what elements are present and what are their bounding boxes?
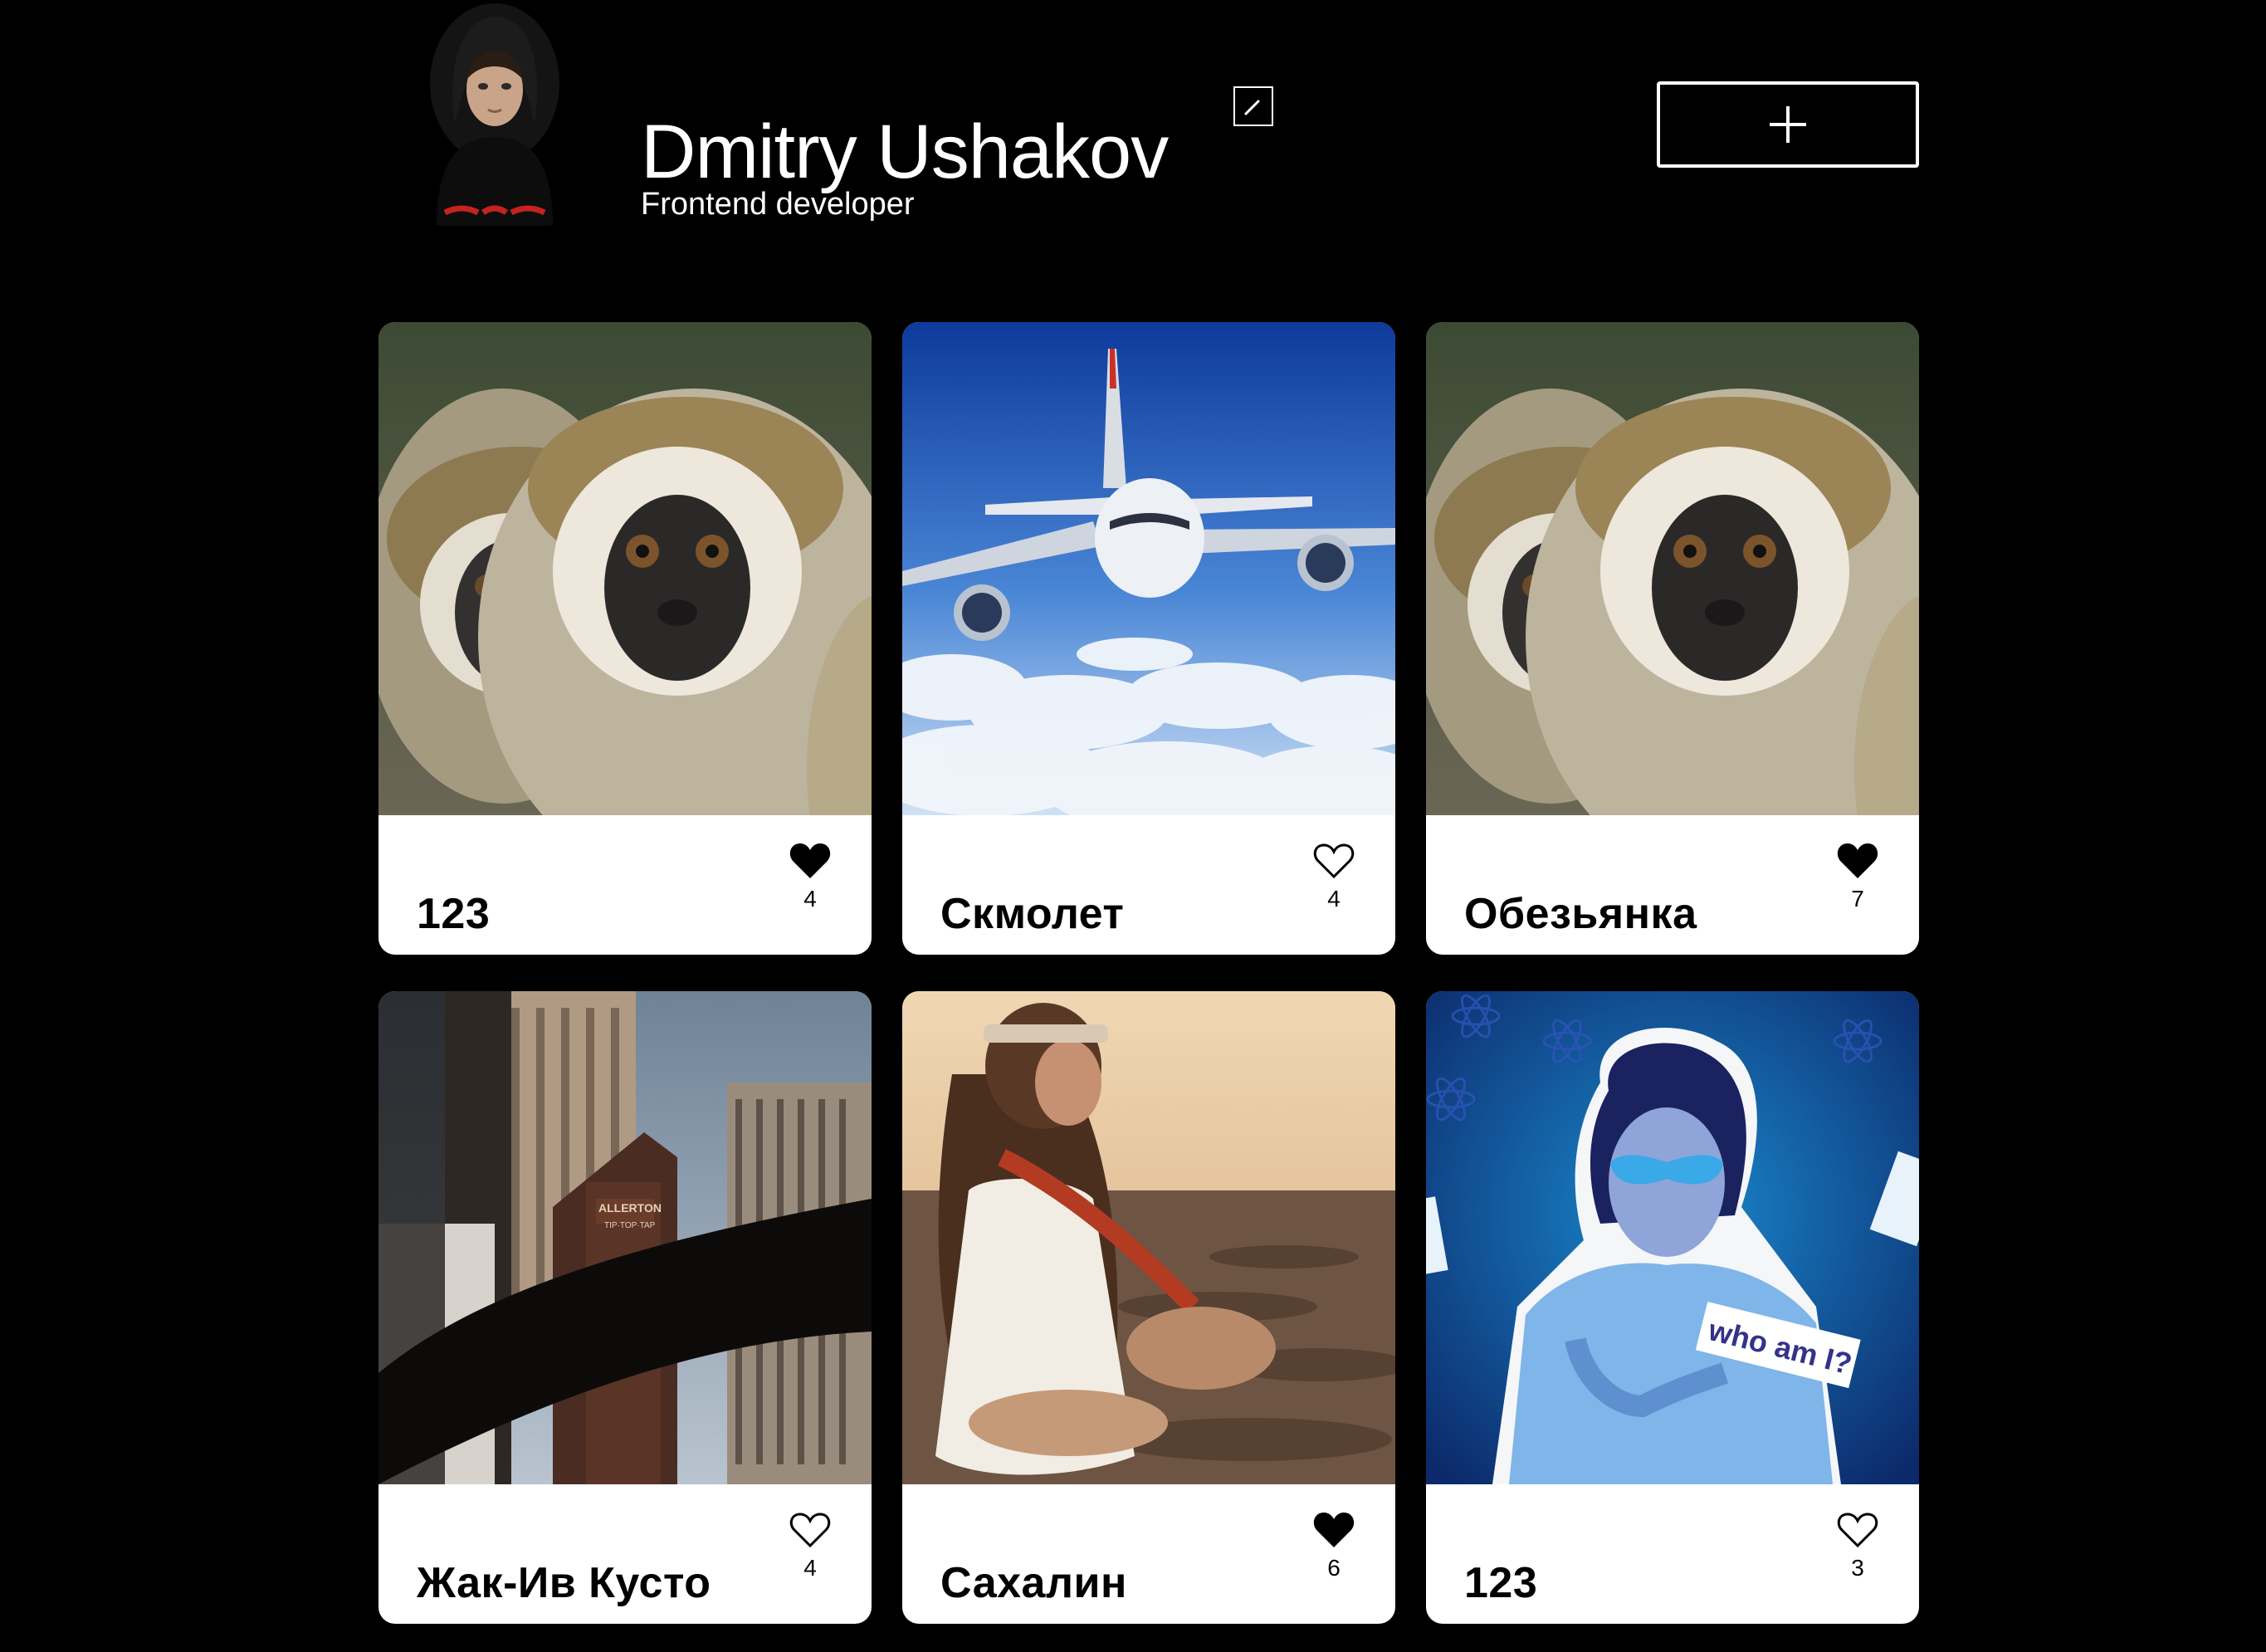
like-count: 7 <box>1851 886 1864 912</box>
heart-filled-icon <box>1313 1513 1355 1547</box>
card: 123 4 <box>378 322 872 955</box>
like-count: 6 <box>1327 1555 1341 1581</box>
like-button[interactable] <box>789 842 832 880</box>
plus-icon <box>1770 106 1806 143</box>
like-button[interactable] <box>1836 842 1879 880</box>
add-card-button[interactable] <box>1657 81 1919 168</box>
like-block: 6 <box>1309 1511 1359 1582</box>
page: Dmitry Ushakov Frontend developer 123 4 … <box>0 0 2266 1652</box>
cards-grid: 123 4 Скмолет 4 Обезьянка 7 ALLERTON TIP… <box>378 322 1919 1624</box>
card-image[interactable] <box>902 991 1395 1484</box>
edit-profile-button[interactable] <box>1233 86 1273 126</box>
like-count: 4 <box>803 1555 817 1581</box>
like-block: 4 <box>1309 842 1359 913</box>
like-count: 4 <box>803 886 817 912</box>
card-image[interactable] <box>902 322 1395 815</box>
card-title: 123 <box>417 890 491 939</box>
like-block: 4 <box>785 842 835 913</box>
heart-outline-icon <box>789 1513 831 1548</box>
airplane-photo <box>902 322 1395 815</box>
like-button[interactable] <box>1312 842 1355 880</box>
city-buildings-photo: ALLERTON TIP·TOP·TAP <box>378 991 872 1484</box>
card-image[interactable] <box>378 322 872 815</box>
card-title: 123 <box>1464 1559 1538 1608</box>
card-image[interactable]: ALLERTON TIP·TOP·TAP <box>378 991 872 1484</box>
pencil-icon <box>1243 100 1260 116</box>
like-button[interactable] <box>1312 1511 1355 1549</box>
like-block: 4 <box>785 1511 835 1582</box>
monkeys-photo <box>378 322 872 815</box>
profile-job: Frontend developer <box>641 187 915 222</box>
heart-filled-icon <box>789 843 831 878</box>
card-image[interactable]: who am I? <box>1426 991 1919 1484</box>
card-title: Жак-Ив Кусто <box>417 1559 711 1608</box>
profile-avatar[interactable] <box>412 0 578 226</box>
avatar-photo <box>412 0 578 226</box>
card: Сахалин 6 <box>902 991 1395 1624</box>
svg-text:ALLERTON: ALLERTON <box>598 1201 662 1215</box>
card: Обезьянка 7 <box>1426 322 1919 955</box>
svg-text:TIP·TOP·TAP: TIP·TOP·TAP <box>604 1221 656 1230</box>
card-title: Скмолет <box>940 890 1125 939</box>
like-button[interactable] <box>1836 1511 1879 1549</box>
heart-outline-icon <box>1837 1513 1878 1548</box>
heart-outline-icon <box>1313 843 1355 879</box>
who-am-i-poster: who am I? <box>1426 991 1919 1484</box>
like-count: 4 <box>1327 886 1341 912</box>
like-button[interactable] <box>789 1511 832 1549</box>
card-title: Сахалин <box>940 1559 1127 1608</box>
monkeys-photo <box>1426 322 1919 815</box>
card-title: Обезьянка <box>1464 890 1697 939</box>
like-block: 3 <box>1833 1511 1883 1582</box>
like-count: 3 <box>1851 1555 1864 1581</box>
card-image[interactable] <box>1426 322 1919 815</box>
like-block: 7 <box>1833 842 1883 913</box>
heart-filled-icon <box>1837 843 1878 878</box>
card: ALLERTON TIP·TOP·TAP Жак-Ив Кусто 4 <box>378 991 872 1624</box>
card: who am I? 123 3 <box>1426 991 1919 1624</box>
girl-on-beach-photo <box>902 991 1395 1484</box>
profile-section: Dmitry Ushakov Frontend developer <box>378 0 1919 266</box>
card: Скмолет 4 <box>902 322 1395 955</box>
